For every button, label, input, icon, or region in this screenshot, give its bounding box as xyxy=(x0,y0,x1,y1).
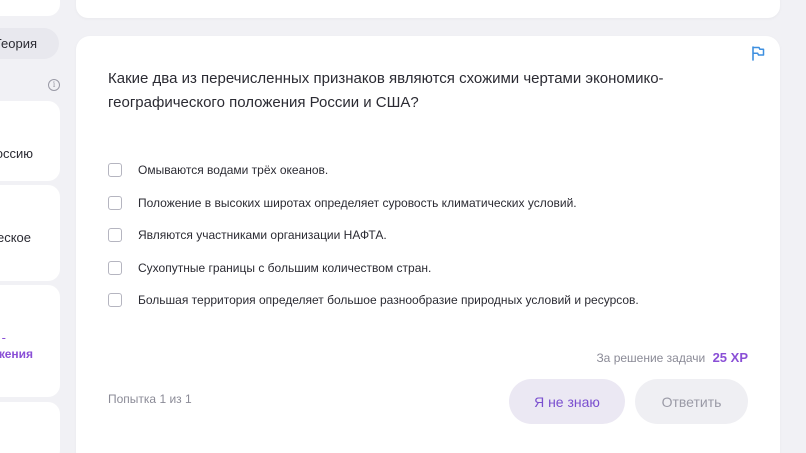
option-label: Сухопутные границы с большим количеством… xyxy=(138,260,432,275)
checkbox[interactable] xyxy=(108,228,122,242)
reward-xp: 25 XP xyxy=(712,350,748,365)
answer-option[interactable]: Являются участниками организации НАФТА. xyxy=(108,225,748,258)
answer-option[interactable]: Омываются водами трёх океанов. xyxy=(108,160,748,193)
info-icon[interactable]: i xyxy=(48,79,60,91)
answer-option[interactable]: Положение в высоких широтах определяет с… xyxy=(108,193,748,226)
sidebar-item[interactable] xyxy=(0,402,60,453)
previous-card xyxy=(76,0,780,18)
option-label: Являются участниками организации НАФТА. xyxy=(138,228,387,242)
option-label: Положение в высоких широтах определяет с… xyxy=(138,195,577,210)
checkbox[interactable] xyxy=(108,195,122,210)
flag-icon[interactable] xyxy=(750,45,766,61)
sidebar-item-active[interactable]: - жения xyxy=(0,285,60,397)
sidebar-item-label-line2: жения xyxy=(0,347,33,361)
sidebar-item[interactable]: еское xyxy=(0,185,60,281)
answer-option[interactable]: Сухопутные границы с большим количеством… xyxy=(108,258,748,291)
sidebar-item[interactable]: оссию xyxy=(0,101,60,181)
reward-info: За решение задачи 25 XP xyxy=(596,350,748,365)
sidebar-tab-theory[interactable]: Теория xyxy=(0,28,59,59)
option-label: Омываются водами трёх океанов. xyxy=(138,163,329,177)
sidebar: Теория i оссию еское - жения xyxy=(0,0,60,453)
sidebar-item-label-line1: - xyxy=(1,330,6,345)
answer-button[interactable]: Ответить xyxy=(635,379,748,424)
sidebar-top-card xyxy=(0,0,60,16)
answer-option[interactable]: Большая территория определяет большое ра… xyxy=(108,290,748,323)
reward-label: За решение задачи xyxy=(596,351,706,365)
option-label: Большая территория определяет большое ра… xyxy=(138,293,639,307)
checkbox[interactable] xyxy=(108,293,122,307)
dont-know-button[interactable]: Я не знаю xyxy=(509,379,625,424)
answer-options: Омываются водами трёх океанов. Положение… xyxy=(108,160,748,323)
checkbox[interactable] xyxy=(108,163,122,177)
page: Теория i оссию еское - жения Какие два и… xyxy=(0,0,806,453)
task-card: Какие два из перечисленных признаков явл… xyxy=(76,36,780,453)
sidebar-item-label: еское xyxy=(0,230,31,245)
sidebar-item-label: оссию xyxy=(0,146,33,161)
attempt-counter: Попытка 1 из 1 xyxy=(108,392,192,406)
question-text: Какие два из перечисленных признаков явл… xyxy=(108,70,664,111)
checkbox[interactable] xyxy=(108,260,122,275)
